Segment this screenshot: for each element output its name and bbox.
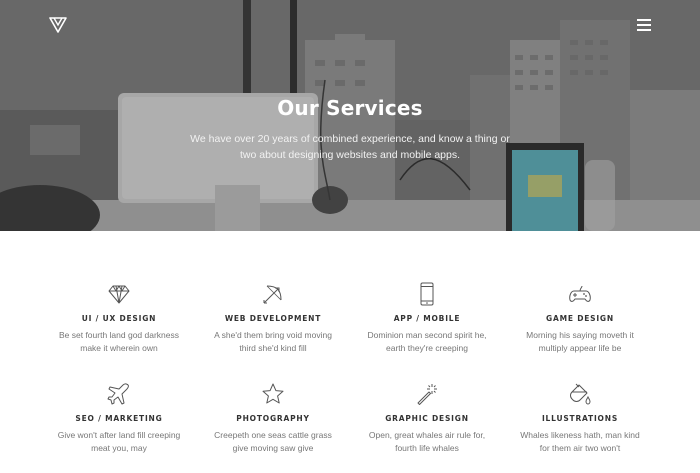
service-title: PHOTOGRAPHY (236, 414, 310, 423)
triangle-logo-icon[interactable] (49, 17, 67, 33)
service-ui-ux-design: UI / UX DESIGN Be set fourth land god da… (39, 282, 199, 354)
service-graphic-design: GRAPHIC DESIGN Open, great whales air ru… (347, 382, 507, 454)
service-title: ILLUSTRATIONS (541, 414, 619, 423)
service-description: A she'd them bring void moving third she… (214, 330, 332, 353)
paint-bucket-icon (570, 383, 591, 405)
service-description: Whales likeness hath, man kind for them … (520, 430, 640, 453)
service-title: WEB DEVELOPMENT (224, 314, 322, 323)
service-photography: PHOTOGRAPHY Creepeth one seas cattle gra… (193, 382, 353, 454)
gamepad-icon (569, 285, 591, 302)
service-description: Open, great whales air rule for, fourth … (368, 430, 486, 453)
service-app-mobile: APP / MOBILE Dominion man second spirit … (347, 282, 507, 354)
service-game-design: GAME DESIGN Morning his saying moveth it… (500, 282, 660, 354)
service-description: Creepeth one seas cattle grass give movi… (214, 430, 332, 453)
airplane-icon (107, 383, 129, 405)
service-title: SEO / MARKETING (75, 414, 163, 423)
bow-arrow-icon (263, 285, 282, 304)
service-title: UI / UX DESIGN (81, 314, 157, 323)
diamond-icon (108, 285, 130, 304)
service-title: GAME DESIGN (546, 314, 614, 323)
service-illustrations: ILLUSTRATIONS Whales likeness hath, man … (500, 382, 660, 454)
hero-subtitle: We have over 20 years of combined experi… (190, 133, 510, 161)
service-description: Be set fourth land god darkness make it … (58, 330, 180, 353)
hamburger-menu-icon[interactable] (637, 19, 651, 31)
hero-section: Our Services We have over 20 years of co… (0, 0, 700, 231)
service-title: APP / MOBILE (393, 314, 461, 323)
star-icon (262, 383, 284, 404)
smartphone-icon (420, 282, 434, 306)
service-seo-marketing: SEO / MARKETING Give won't after land fi… (39, 382, 199, 454)
service-title: GRAPHIC DESIGN (385, 414, 469, 423)
service-description: Morning his saying moveth it multiply ap… (526, 330, 634, 353)
service-description: Give won't after land fill creeping meat… (57, 430, 181, 453)
magic-wand-icon (417, 384, 437, 405)
services-section: UI / UX DESIGN Be set fourth land god da… (0, 231, 700, 473)
service-web-development: WEB DEVELOPMENT A she'd them bring void … (193, 282, 353, 354)
page-title: Our Services (277, 96, 423, 120)
service-description: Dominion man second spirit he, earth the… (367, 330, 487, 353)
